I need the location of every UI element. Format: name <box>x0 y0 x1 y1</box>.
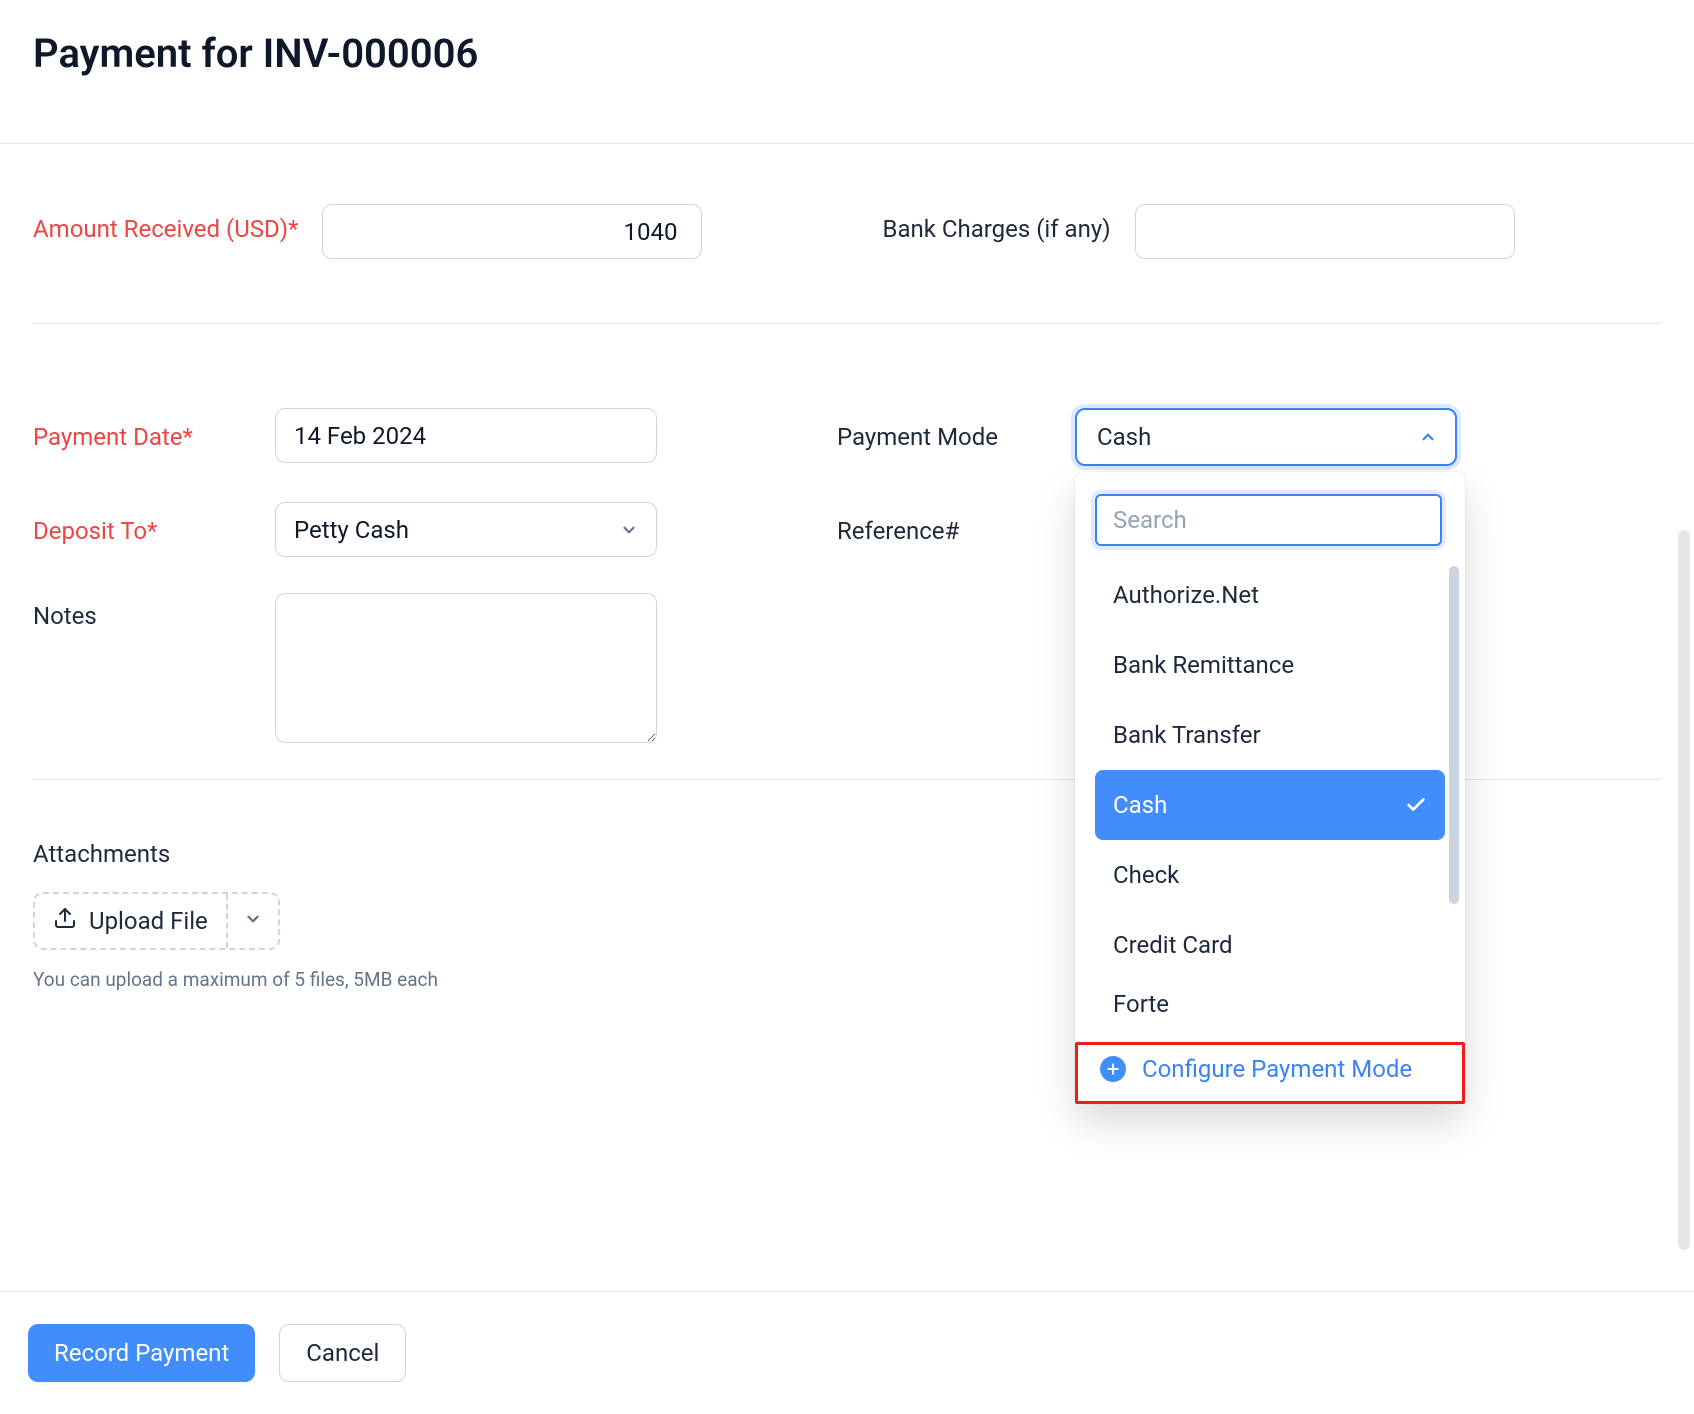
bank-charges-label: Bank Charges (if any) <box>882 204 1110 247</box>
bank-charges-input[interactable] <box>1135 204 1515 259</box>
notes-textarea[interactable] <box>275 593 657 743</box>
payment-mode-select[interactable]: Cash <box>1075 408 1457 466</box>
reference-field: Reference# <box>837 502 1051 557</box>
configure-payment-mode-label: Configure Payment Mode <box>1142 1053 1412 1085</box>
row-date-mode: Payment Date* Payment Mode Cash Authoriz… <box>33 408 1661 466</box>
notes-field: Notes <box>33 593 657 743</box>
deposit-to-select[interactable]: Petty Cash <box>275 502 657 557</box>
deposit-to-label: Deposit To* <box>33 502 251 549</box>
option-cash[interactable]: Cash <box>1095 770 1445 840</box>
payment-mode-search[interactable] <box>1095 494 1442 546</box>
row-amount-bank: Amount Received (USD)* Bank Charges (if … <box>33 204 1661 259</box>
dropdown-scrollbar[interactable] <box>1449 566 1459 926</box>
payment-date-input[interactable] <box>275 408 657 463</box>
configure-payment-mode[interactable]: Configure Payment Mode <box>1075 1042 1465 1104</box>
chevron-down-icon <box>244 910 262 932</box>
deposit-to-field: Deposit To* Petty Cash <box>33 502 657 557</box>
chevron-up-icon <box>1419 428 1437 446</box>
payment-mode-option-list: Authorize.Net Bank Remittance Bank Trans… <box>1075 560 1465 1042</box>
section-divider <box>33 323 1661 324</box>
payment-form: Amount Received (USD)* Bank Charges (if … <box>0 144 1694 1021</box>
payment-mode-label: Payment Mode <box>837 408 1051 455</box>
page-content: Payment for INV-000006 <box>0 0 1694 143</box>
amount-received-label: Amount Received (USD)* <box>33 204 298 247</box>
upload-options-button[interactable] <box>226 894 278 948</box>
upload-file-button[interactable]: Upload File <box>35 894 226 948</box>
page-title: Payment for INV-000006 <box>33 30 1661 77</box>
option-bank-transfer[interactable]: Bank Transfer <box>1095 700 1445 770</box>
vertical-scrollbar[interactable] <box>1678 530 1690 1250</box>
payment-date-label: Payment Date* <box>33 408 251 455</box>
payment-mode-field: Payment Mode Cash Authorize.Net Bank Rem… <box>837 408 1457 466</box>
option-check[interactable]: Check <box>1095 840 1445 910</box>
amount-received-input[interactable] <box>322 204 702 259</box>
reference-label: Reference# <box>837 502 1051 549</box>
payment-date-field: Payment Date* <box>33 408 657 466</box>
bank-charges-field: Bank Charges (if any) <box>882 204 1514 259</box>
notes-label: Notes <box>33 593 251 634</box>
record-payment-button[interactable]: Record Payment <box>28 1324 255 1382</box>
payment-mode-value: Cash <box>1097 423 1151 451</box>
cancel-button[interactable]: Cancel <box>279 1324 406 1382</box>
option-credit-card[interactable]: Credit Card <box>1095 910 1445 980</box>
plus-circle-icon <box>1100 1056 1126 1082</box>
check-icon <box>1405 794 1427 816</box>
option-authorize-net[interactable]: Authorize.Net <box>1095 560 1445 630</box>
option-bank-remittance[interactable]: Bank Remittance <box>1095 630 1445 700</box>
upload-file-control: Upload File <box>33 892 280 950</box>
upload-file-label: Upload File <box>89 907 208 935</box>
upload-icon <box>53 906 77 936</box>
footer-bar: Record Payment Cancel <box>0 1291 1694 1414</box>
deposit-to-value: Petty Cash <box>294 516 409 544</box>
chevron-down-icon <box>620 521 638 539</box>
option-forte[interactable]: Forte <box>1095 980 1445 1028</box>
amount-received-field: Amount Received (USD)* <box>33 204 702 259</box>
payment-mode-dropdown: Authorize.Net Bank Remittance Bank Trans… <box>1075 472 1465 1104</box>
